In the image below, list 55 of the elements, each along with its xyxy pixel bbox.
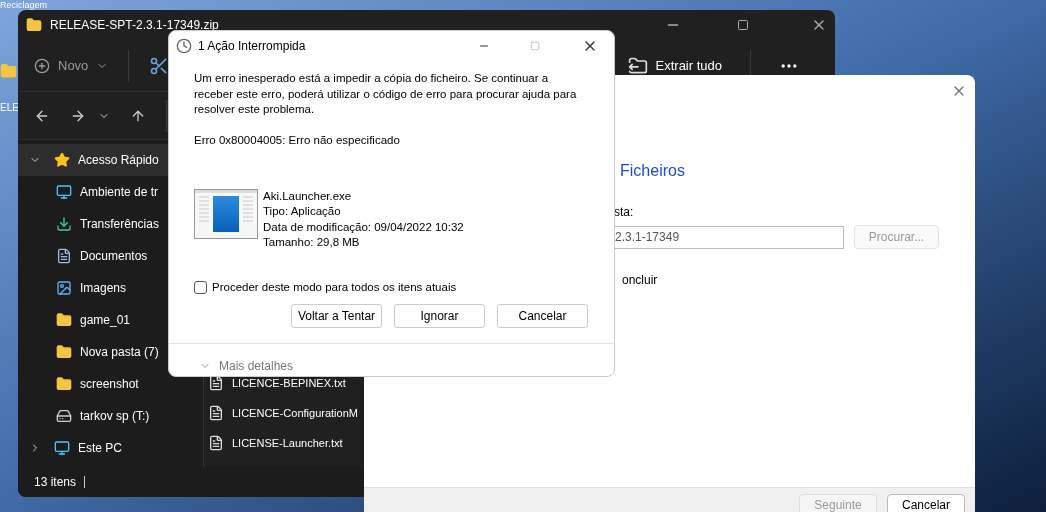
apply-all-checkbox[interactable]: Proceder deste modo para todos os itens atuais [194,278,589,296]
window-title: RELEASE-SPT-2.3.1-17349.zip [50,17,219,34]
sidebar-label: Nova pasta (7) [80,344,159,361]
sidebar-item[interactable]: Este PC [18,432,203,464]
extract-all-button[interactable]: Extrair tudo [627,55,722,76]
sidebar-label: Transferências [80,216,159,233]
folder-arrow-icon [627,55,648,76]
sidebar-label: Imagens [80,280,127,297]
dialog-button[interactable]: Ignorar [394,304,485,328]
dialog-title: 1 Ação Interrompida [198,38,306,55]
checkbox[interactable] [194,280,207,294]
text-file-icon [208,435,224,451]
plus-icon [34,57,50,74]
sidebar-label: tarkov sp (T:) [80,408,150,425]
sidebar-label: Ambiente de tr [80,184,159,201]
error-message: Um erro inesperado está a impedir a cópia do ficheiro. Se continuar a receber este erro, poderá utilizar o código de erro para procurar ajuda para resolver este problema. [194,71,578,117]
sidebar-label: Este PC [78,440,122,457]
sidebar-label: screenshot [80,376,139,393]
folder-icon [56,312,72,328]
file-size: Tamanho: 29,8 MB [263,235,361,251]
star-icon [54,152,70,168]
monitor-icon [56,184,72,200]
wizard-button[interactable]: Cancelar [887,494,965,512]
sidebar-item[interactable]: tarkov sp (T:) [18,400,203,432]
status-text: 13 itens [34,474,77,491]
file-type: Tipo: Aplicação [263,204,342,220]
file-modified: Data de modificação: 09/04/2022 10:32 [263,219,464,235]
text-file-icon [208,405,224,421]
sidebar-label: game_01 [80,312,131,329]
folder-icon [56,344,72,360]
checkbox-label: Proceder deste modo para todos os itens atuais [212,279,457,295]
new-button[interactable]: Novo [34,55,109,76]
picture-icon [56,280,72,296]
zip-folder-icon [26,17,42,33]
drive-icon [56,408,72,424]
dialog-button[interactable]: Cancelar [497,304,588,328]
sidebar-item[interactable]: game_01 [18,304,203,336]
file-name[interactable]: LICENSE-Launcher.txt [232,434,343,452]
dialog-button[interactable]: Voltar a Tentar [291,304,382,328]
monitor-icon [54,440,70,456]
maximize-icon[interactable] [737,19,749,31]
file-name: Aki.Launcher.exe [263,188,353,204]
clock-icon [176,38,192,54]
folder-icon [56,376,72,392]
field-label: sta: [614,204,635,221]
download-icon [56,216,72,232]
wizard-heading: Ficheiros [620,161,686,181]
application-file-drawing [194,188,258,239]
document-icon [56,248,72,264]
sidebar-label: Documentos [80,248,148,265]
text-file-icon [208,375,224,391]
file-name[interactable]: LICENCE-BEPINEX.txt [232,374,346,392]
option-text: oncluir [622,272,659,289]
sidebar-label: Acesso Rápido [78,152,159,169]
file-name[interactable]: LICENCE-ConfigurationM [232,404,358,422]
